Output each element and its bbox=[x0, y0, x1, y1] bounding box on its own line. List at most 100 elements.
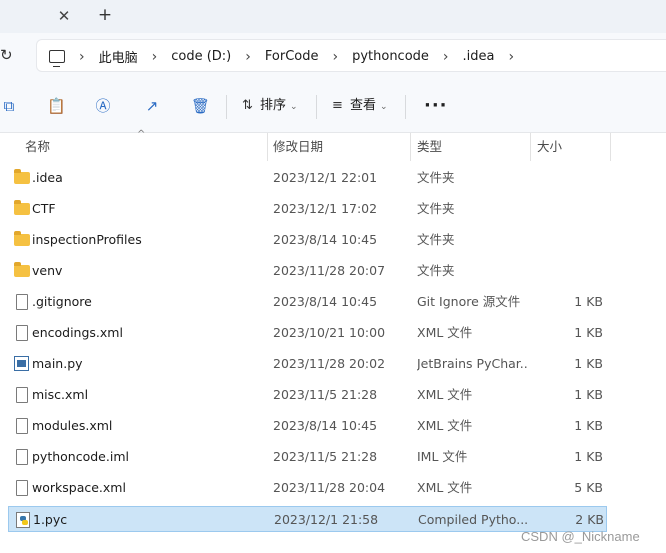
folder-icon bbox=[14, 200, 30, 215]
file-modified-date: 2023/12/1 17:02 bbox=[273, 201, 378, 216]
python-file-icon bbox=[14, 356, 29, 371]
file-size bbox=[543, 196, 603, 222]
table-row[interactable]: pythoncode.iml 2023/11/5 21:28 IML 文件 1 KB bbox=[8, 444, 607, 470]
file-name: inspectionProfiles bbox=[32, 232, 142, 247]
toolbar-divider bbox=[316, 95, 317, 119]
file-modified-date: 2023/11/28 20:04 bbox=[273, 480, 386, 495]
sort-icon: ⇅ bbox=[242, 98, 253, 113]
view-button[interactable]: ≡ 查看 ⌄ bbox=[332, 97, 388, 116]
address-row: ↻ › 此电脑 › code (D:) › ForCode › pythonco… bbox=[0, 33, 666, 79]
column-divider[interactable] bbox=[267, 133, 268, 161]
chevron-right-icon[interactable]: › bbox=[79, 49, 85, 65]
column-divider[interactable] bbox=[530, 133, 531, 161]
file-icon bbox=[16, 480, 28, 496]
delete-icon[interactable]: 🗑 bbox=[191, 97, 210, 115]
chevron-right-icon[interactable]: › bbox=[332, 49, 338, 65]
file-name: CTF bbox=[32, 201, 56, 216]
file-modified-date: 2023/11/5 21:28 bbox=[273, 449, 378, 464]
column-divider[interactable] bbox=[410, 133, 411, 161]
pyc-file-icon bbox=[16, 512, 30, 528]
breadcrumb-this-pc[interactable]: 此电脑 bbox=[99, 47, 138, 66]
chevron-down-icon: ⌄ bbox=[380, 102, 388, 112]
file-modified-date: 2023/8/14 10:45 bbox=[273, 232, 378, 247]
breadcrumb-drive[interactable]: code (D:) bbox=[171, 49, 231, 64]
column-header-name[interactable]: 名称 bbox=[25, 133, 50, 161]
table-row[interactable]: 1.pyc 2023/12/1 21:58 Compiled Pytho... 2 K… bbox=[8, 506, 607, 532]
file-size: 1 KB bbox=[574, 387, 603, 402]
file-type: IML 文件 bbox=[417, 449, 468, 464]
share-icon[interactable]: ↗ bbox=[143, 97, 161, 115]
file-type: 文件夹 bbox=[417, 232, 455, 247]
chevron-right-icon[interactable]: › bbox=[245, 49, 251, 65]
file-modified-date: 2023/12/1 22:01 bbox=[273, 170, 378, 185]
column-divider[interactable] bbox=[610, 133, 611, 161]
folder-icon bbox=[14, 231, 30, 246]
file-type: 文件夹 bbox=[417, 170, 455, 185]
folder-icon bbox=[14, 169, 30, 184]
chevron-right-icon[interactable]: › bbox=[152, 49, 158, 65]
file-modified-date: 2023/11/5 21:28 bbox=[273, 387, 378, 402]
file-icon bbox=[16, 387, 28, 403]
table-row[interactable]: CTF 2023/12/1 17:02 文件夹 bbox=[8, 196, 607, 222]
file-type: 文件夹 bbox=[417, 263, 455, 278]
file-type: XML 文件 bbox=[417, 480, 473, 495]
sort-button[interactable]: ⇅ 排序 ⌄ bbox=[242, 97, 298, 116]
table-row[interactable]: misc.xml 2023/11/5 21:28 XML 文件 1 KB bbox=[8, 382, 607, 408]
chevron-right-icon[interactable]: › bbox=[443, 49, 449, 65]
table-row[interactable]: modules.xml 2023/8/14 10:45 XML 文件 1 KB bbox=[8, 413, 607, 439]
file-type: Git Ignore 源文件 bbox=[417, 294, 521, 309]
file-size: 1 KB bbox=[574, 356, 603, 371]
refresh-icon[interactable]: ↻ bbox=[0, 46, 14, 66]
table-row[interactable]: workspace.xml 2023/11/28 20:04 XML 文件 5 KB bbox=[8, 475, 607, 501]
breadcrumb-idea[interactable]: .idea bbox=[463, 49, 495, 64]
toolbar-divider bbox=[405, 95, 406, 119]
file-name: venv bbox=[32, 263, 63, 278]
table-row[interactable]: main.py 2023/11/28 20:02 JetBrains PyChar.… bbox=[8, 351, 607, 377]
copy-icon[interactable]: ⧉ bbox=[0, 97, 18, 115]
column-header-type[interactable]: 类型 bbox=[417, 133, 442, 161]
file-type: XML 文件 bbox=[417, 418, 473, 433]
chevron-down-icon: ⌄ bbox=[290, 102, 298, 112]
file-size: 5 KB bbox=[574, 480, 603, 495]
file-name: 1.pyc bbox=[33, 512, 68, 527]
file-size bbox=[543, 227, 603, 253]
column-header-modified[interactable]: 修改日期 bbox=[273, 133, 323, 161]
column-header-size[interactable]: 大小 bbox=[537, 133, 562, 161]
file-name: misc.xml bbox=[32, 387, 89, 402]
file-size: 1 KB bbox=[574, 325, 603, 340]
toolbar-divider bbox=[226, 95, 227, 119]
file-size: 1 KB bbox=[574, 418, 603, 433]
chevron-right-icon[interactable]: › bbox=[508, 49, 514, 65]
address-bar[interactable]: › 此电脑 › code (D:) › ForCode › pythoncode… bbox=[36, 39, 666, 72]
file-type: XML 文件 bbox=[417, 387, 473, 402]
file-icon bbox=[16, 294, 28, 310]
sort-label: 排序 bbox=[260, 98, 287, 113]
file-size bbox=[543, 258, 603, 284]
file-name: .idea bbox=[32, 170, 63, 185]
table-row[interactable]: .gitignore 2023/8/14 10:45 Git Ignore 源文件 1… bbox=[8, 289, 607, 315]
file-type: Compiled Pytho... bbox=[418, 512, 528, 527]
file-name: workspace.xml bbox=[32, 480, 126, 495]
table-row[interactable]: encodings.xml 2023/10/21 10:00 XML 文件 1 KB bbox=[8, 320, 607, 346]
file-type: 文件夹 bbox=[417, 201, 455, 216]
table-row[interactable]: venv 2023/11/28 20:07 文件夹 bbox=[8, 258, 607, 284]
file-modified-date: 2023/12/1 21:58 bbox=[274, 512, 379, 527]
table-row[interactable]: .idea 2023/12/1 22:01 文件夹 bbox=[8, 165, 607, 191]
tab-bar: ✕ + bbox=[0, 0, 666, 33]
more-options-icon[interactable]: ··· bbox=[424, 95, 448, 116]
file-name: encodings.xml bbox=[32, 325, 123, 340]
file-name: pythoncode.iml bbox=[32, 449, 129, 464]
file-size: 1 KB bbox=[574, 294, 603, 309]
new-tab-icon[interactable]: + bbox=[96, 6, 114, 24]
paste-icon[interactable]: 📋 bbox=[47, 97, 66, 115]
sort-ascending-icon: ^ bbox=[137, 129, 146, 140]
close-tab-icon[interactable]: ✕ bbox=[55, 7, 73, 25]
breadcrumb-pythoncode[interactable]: pythoncode bbox=[352, 49, 429, 64]
table-row[interactable]: inspectionProfiles 2023/8/14 10:45 文件夹 bbox=[8, 227, 607, 253]
rename-icon[interactable]: Ⓐ bbox=[94, 97, 112, 115]
file-icon bbox=[16, 325, 28, 341]
file-modified-date: 2023/8/14 10:45 bbox=[273, 294, 378, 309]
file-name: .gitignore bbox=[32, 294, 92, 309]
breadcrumb-forcode[interactable]: ForCode bbox=[265, 49, 319, 64]
computer-icon[interactable] bbox=[49, 50, 65, 67]
